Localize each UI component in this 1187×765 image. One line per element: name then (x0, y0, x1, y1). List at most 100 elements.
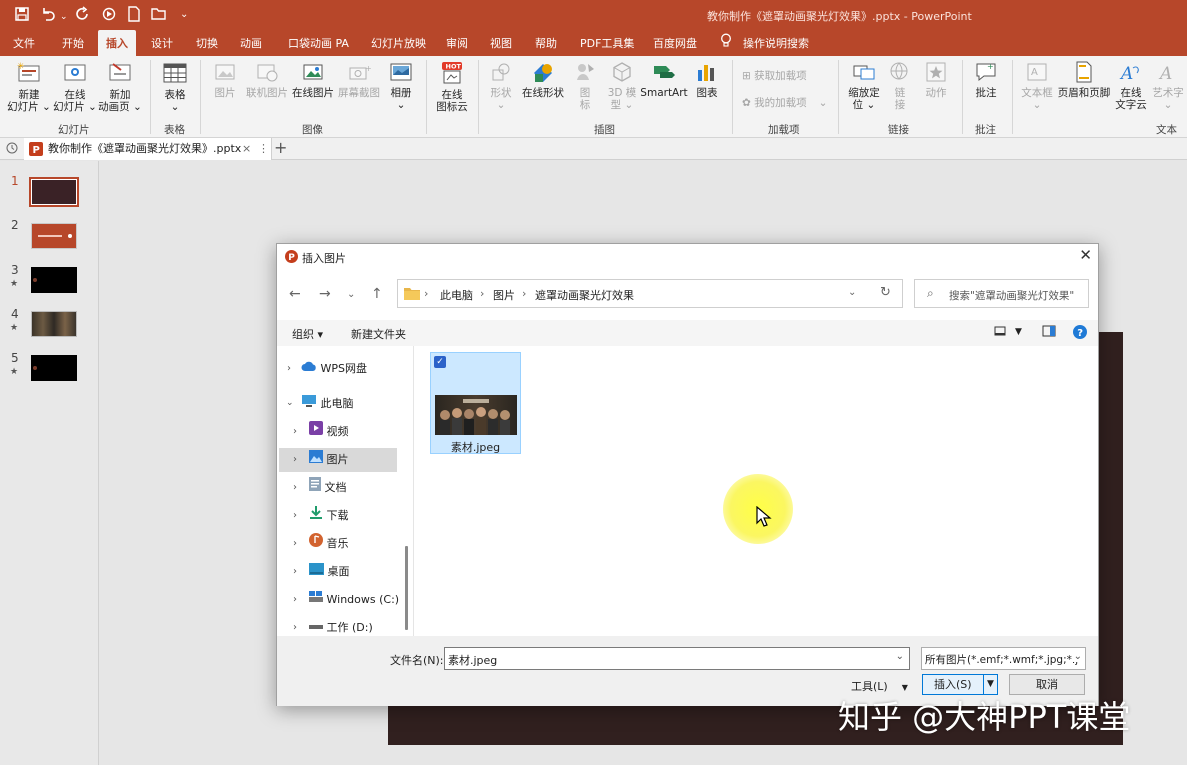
new-folder-button[interactable]: 新建文件夹 (351, 326, 406, 342)
undo-dropdown-icon[interactable]: ⌄ (60, 9, 68, 25)
breadcrumb-this-pc[interactable]: 此电脑 (440, 287, 473, 303)
tab-animations[interactable]: 动画 (240, 35, 262, 51)
slide-thumbnail-3[interactable] (31, 267, 77, 293)
textbox-button[interactable]: A 文本框 ⌄ (1018, 60, 1056, 111)
more-icon[interactable]: ⋮ (258, 138, 269, 160)
chevron-right-icon[interactable]: › (293, 538, 297, 549)
header-footer-button[interactable]: 页眉和页脚 (1056, 60, 1112, 99)
document-tab[interactable]: P 教你制作《遮罩动画聚光灯效果》.pptx × ⋮ (24, 138, 272, 160)
chart-button[interactable]: 图表 (692, 60, 722, 99)
back-arrow-icon[interactable]: ← (289, 286, 301, 302)
wordart-button[interactable]: A 艺术字 ⌄ (1150, 60, 1186, 111)
save-icon[interactable] (14, 6, 30, 26)
link-button[interactable]: 链 接 (886, 60, 914, 111)
tab-view[interactable]: 视图 (490, 35, 512, 51)
undo-icon[interactable] (40, 6, 56, 26)
nav-item-wps-cloud[interactable]: WPS网盘 (301, 357, 405, 381)
breadcrumb-pictures[interactable]: 图片 (493, 287, 515, 303)
online-slide-button[interactable]: 在线 幻灯片 ⌄ (53, 60, 97, 113)
preview-pane-icon[interactable] (1042, 325, 1056, 340)
photo-album-button[interactable]: 相册 ⌄ (384, 60, 418, 111)
file-item[interactable]: ✓ 素材.jpeg (430, 352, 521, 454)
nav-item-documents[interactable]: 文档 (309, 476, 405, 500)
nav-item-videos[interactable]: 视频 (309, 420, 405, 444)
forward-arrow-icon[interactable]: → (319, 286, 331, 302)
table-button[interactable]: 表格 ⌄ (156, 60, 194, 113)
redo-icon[interactable] (75, 6, 91, 26)
breadcrumb-folder[interactable]: 遮罩动画聚光灯效果 (535, 287, 634, 303)
new-file-icon[interactable] (127, 6, 141, 26)
chevron-down-icon[interactable]: ⌄ (896, 651, 904, 662)
tab-help[interactable]: 帮助 (535, 35, 557, 51)
nav-item-desktop[interactable]: 桌面 (309, 560, 405, 584)
slide-thumbnail-2[interactable] (31, 223, 77, 249)
view-options-icon[interactable] (994, 325, 1006, 340)
tell-me-search[interactable]: 操作说明搜索 (743, 35, 809, 51)
online-icon-cloud-button[interactable]: HOT 在线 图标云 (432, 60, 472, 113)
view-dropdown-icon[interactable]: ▼ (1015, 327, 1022, 337)
smartart-button[interactable]: SmartArt (640, 60, 688, 99)
tab-manager-icon[interactable] (5, 141, 19, 158)
address-dropdown-icon[interactable]: ⌄ (848, 287, 856, 298)
tab-file[interactable]: 文件 (13, 35, 35, 51)
comment-button[interactable]: + 批注 (968, 60, 1004, 99)
shapes-button[interactable]: 形状 ⌄ (484, 60, 518, 111)
chevron-right-icon[interactable]: › (293, 622, 297, 633)
nav-item-music[interactable]: 音乐 (309, 532, 405, 556)
tab-pocket-animation[interactable]: 口袋动画 PA (288, 35, 349, 51)
refresh-icon[interactable]: ↻ (880, 285, 891, 300)
tab-pdf-tools[interactable]: PDF工具集 (580, 35, 634, 51)
online-wordart-button[interactable]: A 在线 文字云 (1112, 60, 1150, 111)
file-type-select[interactable]: 所有图片(*.emf;*.wmf;*.jpg;*.j ⌄ (921, 647, 1086, 670)
chevron-down-icon[interactable]: ⌄ (1071, 651, 1082, 662)
chevron-right-icon[interactable]: › (287, 363, 291, 374)
get-addins-button[interactable]: ⊞ 获取加载项 (742, 68, 807, 83)
close-tab-icon[interactable]: × (242, 138, 251, 160)
add-tab-icon[interactable]: + (274, 138, 287, 157)
nav-item-drive-c[interactable]: Windows (C:) (309, 588, 405, 612)
tab-slideshow[interactable]: 幻灯片放映 (371, 35, 426, 51)
slide-thumbnail-5[interactable] (31, 355, 77, 381)
slide-thumbnail-4[interactable] (31, 311, 77, 337)
online-shapes-button[interactable]: 在线形状 (520, 60, 566, 99)
search-box[interactable]: ⌕ 搜索"遮罩动画聚光灯效果" (914, 279, 1089, 308)
nav-item-downloads[interactable]: 下载 (309, 504, 405, 528)
tab-baidu-netdisk[interactable]: 百度网盘 (653, 35, 697, 51)
checkbox-checked-icon[interactable]: ✓ (434, 356, 446, 368)
new-slide-button[interactable]: ✳ 新建 幻灯片 ⌄ (7, 60, 51, 113)
my-addins-button[interactable]: ✿ 我的加载项 ⌄ (742, 95, 827, 110)
picture-button[interactable]: 图片 (208, 60, 242, 99)
from-beginning-icon[interactable] (101, 6, 117, 26)
screenshot-button[interactable]: + 屏幕截图 (337, 60, 381, 99)
organize-button[interactable]: 组织 ▾ (292, 326, 323, 342)
recent-locations-icon[interactable]: ⌄ (347, 289, 355, 300)
tab-transitions[interactable]: 切换 (196, 35, 218, 51)
nav-item-pictures[interactable]: › 图片 (279, 448, 397, 472)
chevron-right-icon[interactable]: › (293, 482, 297, 493)
action-button[interactable]: 动作 (920, 60, 952, 99)
linked-online-picture-button[interactable]: 联机图片 (244, 60, 290, 99)
tab-review[interactable]: 审阅 (446, 35, 468, 51)
zoom-button[interactable]: 缩放定 位 ⌄ (844, 60, 884, 111)
nav-item-this-pc[interactable]: 此电脑 (301, 392, 405, 416)
close-icon[interactable]: ✕ (1079, 246, 1092, 264)
help-icon[interactable]: ? (1073, 325, 1087, 342)
open-folder-icon[interactable] (151, 6, 167, 26)
chevron-right-icon[interactable]: › (293, 426, 297, 437)
chevron-right-icon[interactable]: › (293, 566, 297, 577)
chevron-down-icon[interactable]: ⌄ (286, 398, 294, 408)
tab-design[interactable]: 设计 (151, 35, 173, 51)
slide-thumbnail-1[interactable] (29, 177, 79, 207)
customize-quick-access-icon[interactable]: ⌄ (180, 7, 188, 23)
chevron-right-icon[interactable]: › (293, 594, 297, 605)
new-animation-page-button[interactable]: 新加 动画页 ⌄ (98, 60, 142, 113)
tab-insert[interactable]: 插入 (98, 30, 136, 56)
navigation-scrollbar[interactable] (405, 546, 408, 630)
icons-button[interactable]: 图 标 (570, 60, 600, 111)
3d-model-button[interactable]: 3D 模 型 ⌄ (603, 60, 641, 111)
online-picture-button[interactable]: 在线图片 (291, 60, 335, 99)
chevron-right-icon[interactable]: › (293, 510, 297, 521)
filename-input[interactable]: 素材.jpeg ⌄ (444, 647, 910, 670)
tab-home[interactable]: 开始 (62, 35, 84, 51)
up-arrow-icon[interactable]: ↑ (371, 286, 383, 302)
